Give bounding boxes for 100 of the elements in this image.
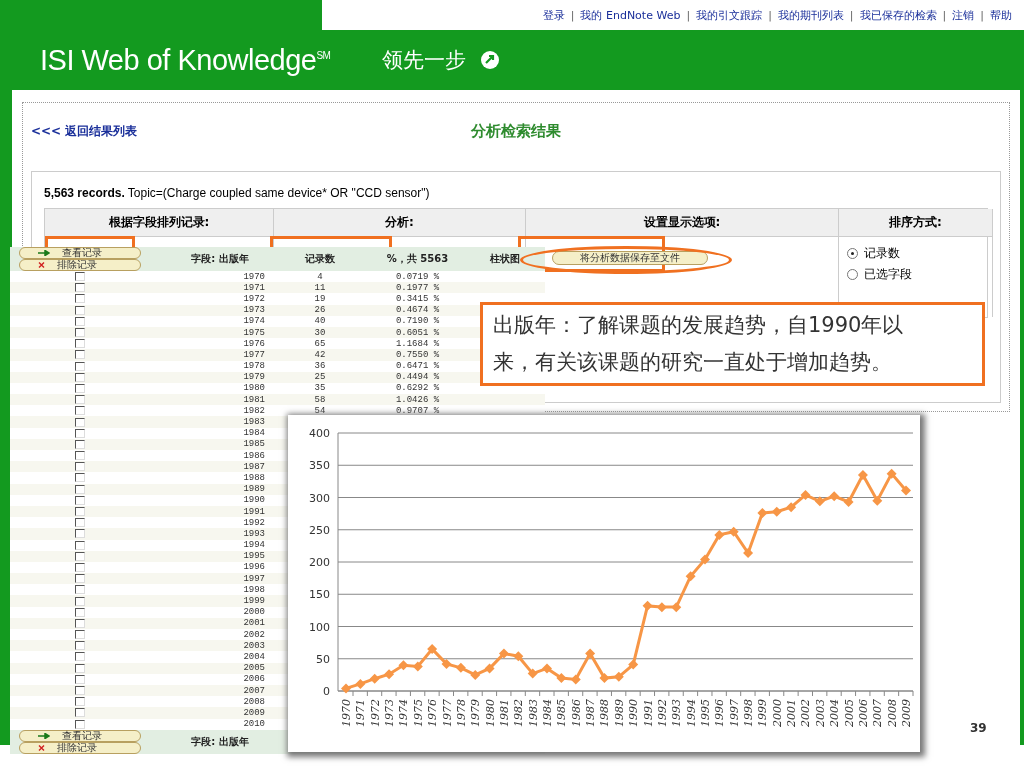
checkbox[interactable] [75,529,85,539]
checkbox[interactable] [75,350,85,360]
year-cell-text: 1973 [242,305,265,316]
checkbox[interactable] [75,630,85,640]
checkbox[interactable] [75,641,85,651]
checkbox[interactable] [75,574,85,584]
checkbox[interactable] [75,562,85,572]
checkbox[interactable] [75,272,85,282]
checkbox[interactable] [75,495,85,505]
checkbox[interactable] [75,383,85,393]
checkbox[interactable] [75,663,85,673]
checkbox[interactable] [75,428,85,438]
checkbox[interactable] [75,708,85,718]
data-point [786,502,797,513]
count-cell-text: 19 [313,293,327,304]
checkbox[interactable] [75,618,85,628]
nav-link[interactable]: 我的期刊列表 [777,7,844,23]
checkbox[interactable] [75,372,85,382]
percent-cell-text: 0.9707 % [394,405,441,416]
axis-label: 1974 [397,699,411,727]
axis-label: 300 [309,491,330,505]
data-point [656,602,667,613]
year-cell-text: 1971 [242,282,265,293]
checkbox[interactable] [75,518,85,528]
checkbox[interactable] [75,507,85,517]
column-header: 根据字段排列记录: [45,209,274,237]
checkbox[interactable] [75,585,85,595]
year-cell-text: 1996 [242,562,265,573]
checkbox[interactable] [75,305,85,315]
year-cell-text: 1972 [242,293,265,304]
data-point [685,571,696,582]
nav-link[interactable]: 我已保存的检索 [859,7,937,23]
checkbox[interactable] [75,451,85,461]
checkbox[interactable] [75,607,85,617]
checkbox[interactable] [75,686,85,696]
nav-link[interactable]: 登录 [542,7,565,23]
save-to-file-button[interactable]: 将分析数据保存至文件 [552,251,708,265]
checkbox[interactable] [75,316,85,326]
checkbox[interactable] [75,462,85,472]
data-point [757,508,768,518]
year-cell-text: 1984 [242,428,265,439]
axis-label: 1982 [512,699,526,727]
axis-label: 100 [309,620,330,634]
count-cell-text: 42 [313,349,327,360]
axis-label: 1973 [383,699,397,727]
year-cell-text: 1979 [242,372,265,383]
slogan: 领先一步 [382,47,467,74]
checkbox[interactable] [75,439,85,449]
axis-label: 2001 [785,699,799,727]
checkbox[interactable] [75,395,85,405]
checkbox[interactable] [75,328,85,338]
data-point [470,669,481,680]
year-cell-text: 2000 [242,607,265,618]
checkbox[interactable] [75,596,85,606]
checkbox[interactable] [75,294,85,304]
data-point [699,554,710,565]
count-cell-text: 36 [313,361,327,372]
data-point [642,600,653,611]
checkbox[interactable] [75,674,85,684]
percent-cell-text: 1.0426 % [394,394,441,405]
percent-cell-text: 0.4494 % [394,372,441,383]
axis-label: 1990 [627,699,641,727]
checkbox[interactable] [75,339,85,349]
nav-link[interactable]: 我的 EndNote Web [580,7,681,23]
year-cell-text: 1990 [242,495,265,506]
axis-label: 1981 [497,699,511,727]
nav-link[interactable]: 帮助 [990,7,1012,23]
nav-link[interactable]: 注销 [952,7,975,23]
checkbox[interactable] [75,551,85,561]
year-cell-text: 1989 [242,484,265,495]
data-point [498,648,509,659]
nav-link[interactable]: 我的引文跟踪 [696,7,763,23]
exclude-records-button[interactable]: 排除记录 [19,259,141,271]
axis-label: 1983 [526,699,540,727]
view-records-button[interactable]: 查看记录 [19,247,141,259]
axis-label: 2003 [813,699,827,727]
checkbox[interactable] [75,406,85,416]
year-cell-text: 1976 [242,338,265,349]
arrow-circle-icon [480,50,501,70]
checkbox[interactable] [75,719,85,729]
year-cell-text: 1981 [242,394,265,405]
axis-label: 1992 [655,699,669,727]
data-point [441,658,452,669]
axis-label: 2004 [828,699,842,727]
cross-icon [38,262,45,268]
checkbox[interactable] [75,283,85,293]
checkbox[interactable] [75,417,85,427]
checkbox[interactable] [75,652,85,662]
data-point [714,529,725,540]
checkbox[interactable] [75,540,85,550]
back-link[interactable]: <<< 返回结果列表 [31,122,471,140]
checkbox[interactable] [75,473,85,483]
axis-label: 1977 [440,699,454,727]
checkbox[interactable] [75,697,85,707]
checkbox[interactable] [75,361,85,371]
year-cell-text: 1980 [242,383,265,394]
checkbox[interactable] [75,484,85,494]
percent-cell-text: 0.6471 % [394,361,441,372]
data-point [728,526,739,537]
year-cell-text: 2004 [242,651,265,662]
